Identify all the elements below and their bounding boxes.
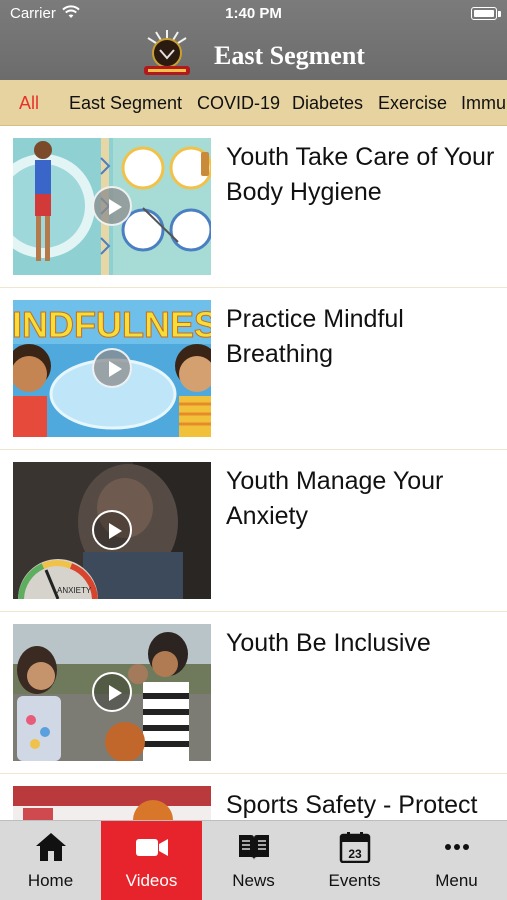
book-icon — [237, 831, 271, 863]
tab-immunization[interactable]: Immu — [461, 93, 506, 114]
play-button[interactable] — [92, 186, 132, 226]
tab-diabetes[interactable]: Diabetes — [292, 93, 363, 114]
tab-label: Home — [27, 871, 74, 890]
clock: 1:40 PM — [225, 5, 282, 22]
anxiety-thumbnail[interactable]: ANXIETY — [13, 462, 211, 599]
video-title[interactable]: Sports Safety - Protect — [226, 788, 501, 820]
tab-exercise[interactable]: Exercise — [378, 93, 447, 114]
battery-icon — [471, 7, 497, 20]
play-button[interactable] — [92, 510, 132, 550]
list-item[interactable]: MINDFULNESS Practice Mindful Breathing — [0, 288, 507, 450]
list-item[interactable]: Sports Safety - Protect — [0, 774, 507, 820]
tab-label: Videos — [125, 871, 178, 890]
video-list[interactable]: Youth Take Care of Your Body Hygiene MIN… — [0, 126, 507, 820]
calendar-day: 23 — [348, 847, 362, 861]
thumbnail-text: ANXIETY — [57, 586, 92, 595]
home-icon — [34, 831, 68, 863]
tab-home[interactable]: Home — [0, 821, 101, 900]
calendar-icon: 23 — [338, 831, 372, 864]
tab-events[interactable]: 23 Events — [304, 821, 405, 900]
inclusive-thumbnail[interactable] — [13, 624, 211, 761]
tab-label: Events — [328, 871, 381, 890]
tribal-logo — [138, 28, 196, 78]
play-button[interactable] — [92, 348, 132, 388]
app-header: Carrier 1:40 PM East Segment — [0, 0, 507, 80]
video-camera-icon — [135, 831, 169, 863]
tab-news[interactable]: News — [203, 821, 304, 900]
category-tabs[interactable]: All East Segment COVID-19 Diabetes Exerc… — [0, 80, 507, 126]
list-item[interactable]: ANXIETY Youth Manage Your Anxiety — [0, 450, 507, 612]
tab-covid-19[interactable]: COVID-19 — [197, 93, 280, 114]
video-title[interactable]: Youth Manage Your Anxiety — [226, 464, 501, 534]
play-button[interactable] — [92, 672, 132, 712]
thumbnail-text: MINDFULNESS — [13, 304, 211, 345]
video-title[interactable]: Youth Take Care of Your Body Hygiene — [226, 140, 501, 210]
video-title[interactable]: Youth Be Inclusive — [226, 626, 501, 661]
tab-label: Menu — [435, 871, 478, 890]
status-bar: Carrier 1:40 PM — [0, 0, 507, 28]
list-item[interactable]: Youth Be Inclusive — [0, 612, 507, 774]
tab-menu[interactable]: Menu — [406, 821, 507, 900]
page-title: East Segment — [214, 41, 365, 70]
bottom-tab-bar: Home Videos News 23 Events Menu — [0, 820, 507, 900]
tab-all[interactable]: All — [19, 93, 39, 114]
list-item[interactable]: Youth Take Care of Your Body Hygiene — [0, 126, 507, 288]
hygiene-thumbnail[interactable] — [13, 138, 211, 275]
tab-videos[interactable]: Videos — [101, 821, 202, 900]
video-title[interactable]: Practice Mindful Breathing — [226, 302, 501, 372]
tab-label: News — [232, 871, 275, 890]
more-icon — [440, 831, 474, 863]
sports-thumbnail[interactable] — [13, 786, 211, 820]
mindfulness-thumbnail[interactable]: MINDFULNESS — [13, 300, 211, 437]
tab-east-segment[interactable]: East Segment — [69, 93, 182, 114]
